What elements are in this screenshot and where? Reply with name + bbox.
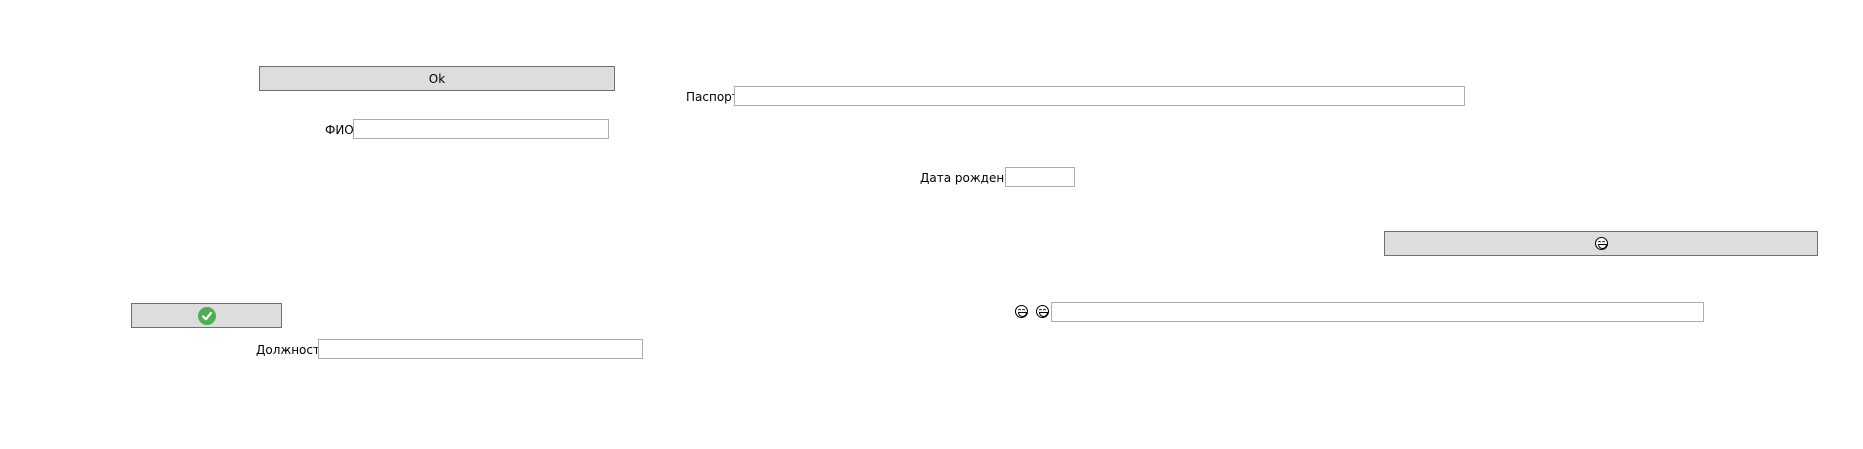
position-input[interactable] — [318, 339, 643, 359]
grinning-face-icon — [1036, 305, 1049, 318]
birthdate-input[interactable] — [1005, 167, 1075, 187]
laughing-tears-face-icon — [1594, 237, 1608, 250]
passport-input[interactable] — [734, 86, 1465, 106]
emoji-input[interactable] — [1051, 302, 1704, 322]
ok-button-label: Ok — [428, 71, 446, 86]
fio-label: ФИО — [325, 123, 354, 137]
emoji-button[interactable] — [1384, 231, 1818, 256]
confirm-check-button[interactable] — [131, 303, 282, 328]
ok-button[interactable]: Ok — [259, 66, 615, 91]
form-window: Ok Паспорт ФИО Дата рождения Должность — [0, 0, 1863, 449]
passport-label: Паспорт — [686, 90, 739, 104]
green-check-icon — [197, 306, 216, 325]
fio-input[interactable] — [353, 119, 609, 139]
laughing-tears-face-icon — [1015, 305, 1028, 318]
position-label: Должность — [256, 343, 328, 357]
